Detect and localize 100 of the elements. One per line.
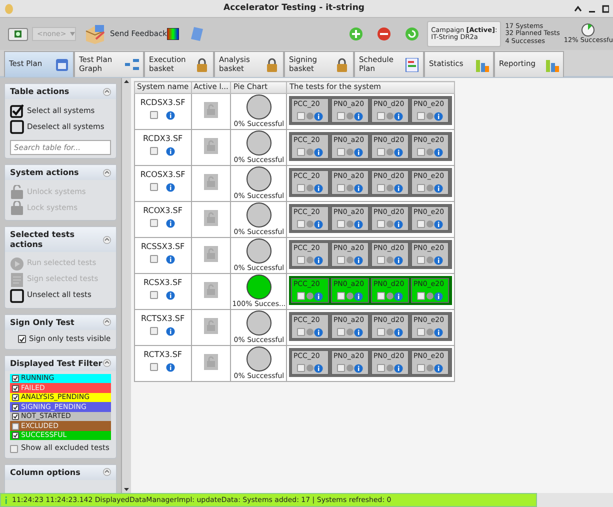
collapse-icon[interactable]	[103, 318, 111, 326]
checkbox[interactable]	[337, 148, 346, 156]
checkbox[interactable]	[417, 112, 426, 120]
padlock-icon	[204, 354, 218, 370]
remove-icon[interactable]	[377, 27, 392, 41]
checkbox[interactable]	[297, 364, 306, 372]
checkbox[interactable]	[12, 394, 19, 401]
checkbox[interactable]	[10, 444, 18, 453]
checkbox[interactable]	[417, 328, 426, 336]
restore-icon[interactable]	[602, 4, 609, 12]
status-dot-icon	[386, 328, 394, 336]
status-dot-icon	[386, 220, 394, 228]
checkbox[interactable]	[377, 256, 386, 264]
checkbox[interactable]	[150, 291, 158, 300]
checkbox[interactable]	[377, 292, 386, 300]
checkbox[interactable]	[297, 328, 306, 336]
checkbox[interactable]	[377, 184, 386, 192]
pie-chart	[246, 346, 272, 372]
status-dot-icon	[426, 328, 434, 336]
color-palette-icon[interactable]	[167, 28, 179, 40]
checkbox[interactable]	[417, 364, 426, 372]
checkbox[interactable]	[18, 335, 26, 344]
checkbox[interactable]	[297, 148, 306, 156]
checkbox[interactable]	[377, 112, 386, 120]
checkbox[interactable]	[297, 112, 306, 120]
status-dot-icon	[306, 292, 314, 300]
checkbox[interactable]	[297, 184, 306, 192]
checkbox[interactable]	[417, 220, 426, 228]
refresh-icon[interactable]	[405, 27, 420, 41]
camera-button[interactable]	[8, 28, 28, 40]
checkbox[interactable]	[150, 255, 158, 264]
empty-box-icon	[10, 120, 24, 134]
info-icon	[394, 148, 404, 157]
status-dot-icon	[386, 148, 394, 156]
system-name: RCOX3.SF	[143, 206, 182, 215]
info-icon	[434, 364, 444, 373]
checkbox[interactable]	[417, 148, 426, 156]
add-icon[interactable]	[349, 27, 364, 41]
checkbox[interactable]	[12, 413, 19, 420]
info-icon	[434, 112, 444, 121]
checkbox[interactable]	[337, 292, 346, 300]
checkbox[interactable]	[12, 432, 19, 439]
checkbox[interactable]	[377, 364, 386, 372]
checkbox[interactable]	[150, 327, 158, 336]
checkbox[interactable]	[337, 184, 346, 192]
collapse-icon[interactable]	[103, 236, 111, 244]
pie-chart	[246, 238, 272, 264]
checkbox[interactable]	[297, 220, 306, 228]
info-icon	[314, 292, 324, 301]
status-dot-icon	[306, 220, 314, 228]
calendar-icon	[55, 58, 69, 72]
info-icon	[354, 364, 364, 373]
checkbox[interactable]	[297, 292, 306, 300]
panel-title: Column options	[10, 468, 80, 478]
collapse-icon[interactable]	[103, 468, 111, 476]
padlock-icon	[195, 58, 209, 72]
status-dot-icon	[346, 328, 354, 336]
checkbox[interactable]	[150, 111, 158, 120]
info-icon	[354, 184, 364, 193]
checkbox[interactable]	[377, 148, 386, 156]
checkbox[interactable]	[297, 256, 306, 264]
padlock-icon	[265, 58, 279, 72]
checkbox[interactable]	[150, 183, 158, 192]
status-dot-icon	[346, 112, 354, 120]
checkbox[interactable]	[150, 219, 158, 228]
checkbox[interactable]	[337, 220, 346, 228]
maximize-icon[interactable]	[574, 4, 582, 12]
info-icon	[394, 328, 404, 337]
system-name: RCTSX3.SF	[141, 314, 185, 323]
note-icon[interactable]	[191, 27, 203, 41]
checkbox[interactable]	[417, 292, 426, 300]
checkbox[interactable]	[12, 404, 19, 410]
checkbox[interactable]	[12, 384, 19, 392]
status-dot-icon	[426, 256, 434, 264]
checkbox[interactable]	[337, 364, 346, 372]
status-dot-icon	[386, 364, 394, 372]
collapse-icon[interactable]	[103, 88, 111, 96]
collapse-icon[interactable]	[103, 359, 111, 368]
status-dot-icon	[346, 184, 354, 192]
checkbox[interactable]	[377, 328, 386, 336]
padlock-icon	[204, 138, 218, 154]
checkbox-checked-icon	[10, 104, 24, 118]
status-dot-icon	[346, 148, 354, 156]
checkbox[interactable]	[417, 256, 426, 264]
checkbox[interactable]	[150, 363, 158, 372]
checkbox[interactable]	[150, 147, 158, 156]
checkbox[interactable]	[337, 112, 346, 120]
checkbox[interactable]	[417, 184, 426, 192]
checkbox[interactable]	[337, 256, 346, 264]
checkbox[interactable]	[337, 328, 346, 336]
info-icon	[166, 362, 176, 372]
info-icon	[314, 112, 324, 121]
checkbox[interactable]	[12, 375, 19, 382]
checkbox[interactable]	[12, 422, 19, 430]
checkbox[interactable]	[377, 220, 386, 228]
collapse-icon[interactable]	[103, 168, 111, 177]
status-dot-icon	[426, 184, 434, 192]
document-icon	[10, 272, 24, 287]
info-icon	[314, 364, 324, 373]
info-icon	[434, 328, 444, 337]
